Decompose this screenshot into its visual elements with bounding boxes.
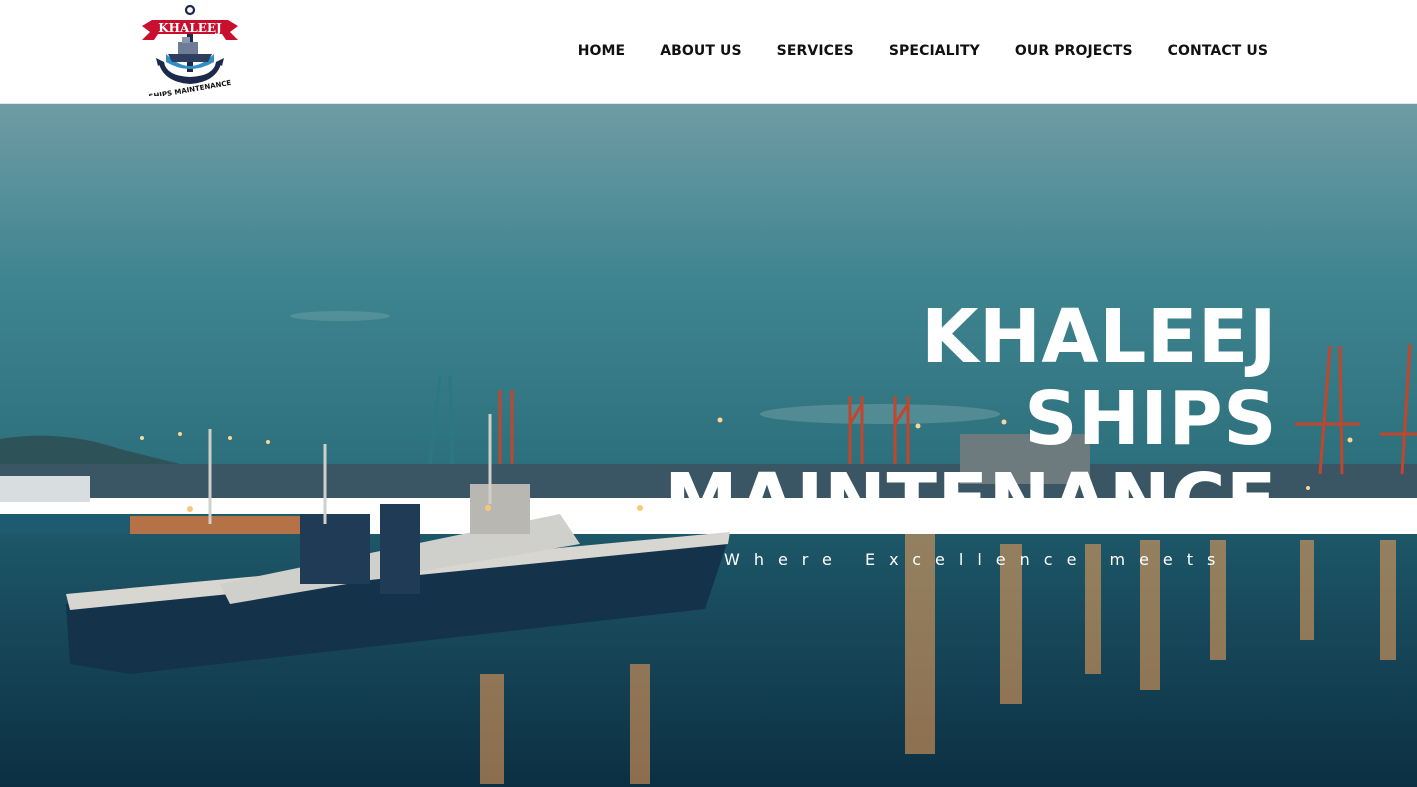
hero-subtitle: Where Excellence meets [724, 550, 1230, 569]
nav-services[interactable]: SERVICES [777, 43, 854, 59]
main-nav: HOME ABOUT US SERVICES SPECIALITY OUR PR… [578, 38, 1268, 64]
hero-title-line-3: MAINTENANCE [664, 458, 1277, 544]
svg-text:KHALEEJ: KHALEEJ [158, 21, 222, 35]
anchor-ship-logo-icon: KHALEEJ SHIPS MAINTENANCE [142, 4, 238, 101]
hero-title-line-2: SHIPS [1024, 376, 1277, 462]
hero-title-line-1: KHALEEJ [921, 294, 1277, 380]
nav-our-projects[interactable]: OUR PROJECTS [1015, 43, 1133, 59]
nav-home[interactable]: HOME [578, 43, 626, 59]
nav-contact-us[interactable]: CONTACT US [1168, 43, 1268, 59]
nav-about-us[interactable]: ABOUT US [660, 43, 741, 59]
hero-banner: KHALEEJ SHIPS MAINTENANCE Where Excellen… [0, 104, 1417, 787]
khaleej-logo[interactable]: KHALEEJ SHIPS MAINTENANCE [138, 4, 242, 101]
site-header: KHALEEJ SHIPS MAINTENANCE HOME ABOUT US … [0, 0, 1417, 104]
hero-title: KHALEEJ SHIPS MAINTENANCE [664, 296, 1277, 542]
nav-speciality[interactable]: SPECIALITY [889, 43, 980, 59]
